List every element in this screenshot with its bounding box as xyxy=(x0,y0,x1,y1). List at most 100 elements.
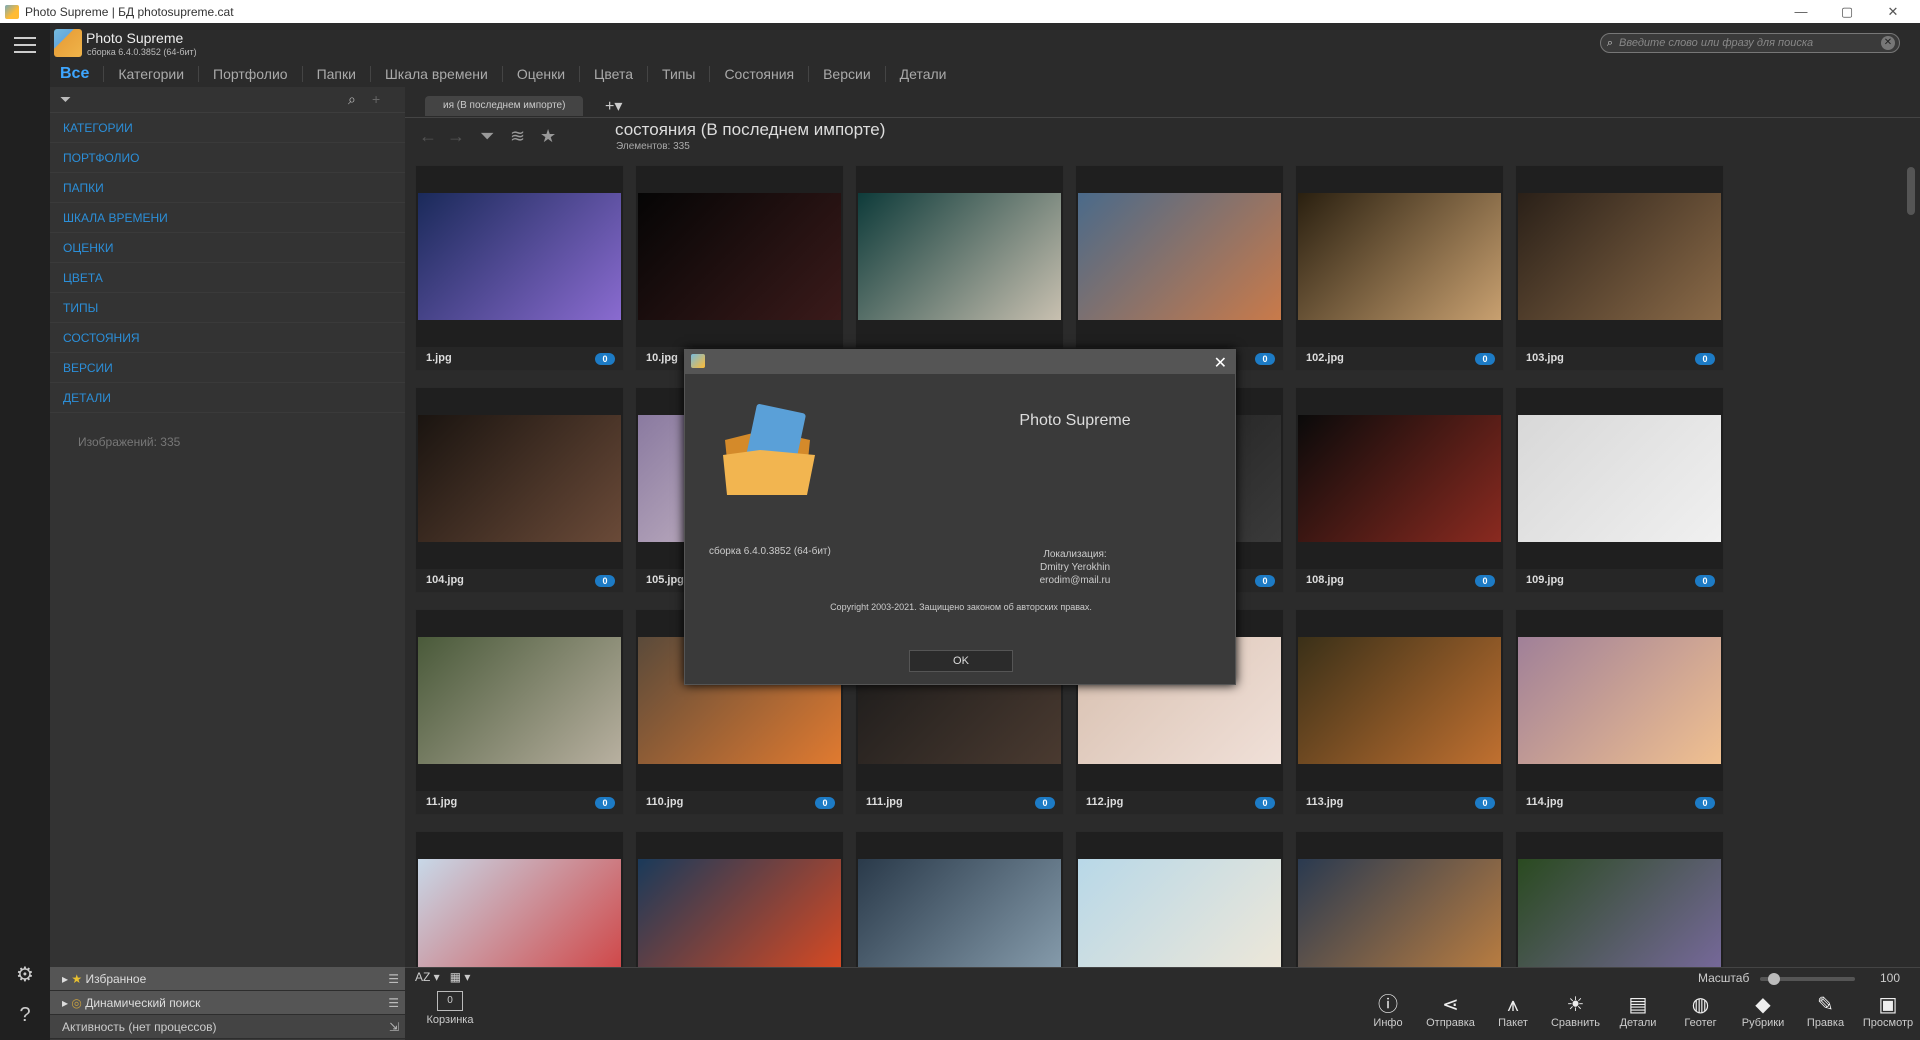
sort-button[interactable]: AZ ▾ ▦ ▾ xyxy=(415,970,470,984)
thumbnail-image[interactable] xyxy=(1518,415,1721,542)
filter-icon[interactable]: ⏷ xyxy=(480,126,494,147)
thumbnail-image[interactable] xyxy=(418,637,621,764)
sidebar-item-details[interactable]: Детали xyxy=(50,383,405,413)
thumbnail-image[interactable] xyxy=(1518,193,1721,320)
thumbnail-image[interactable] xyxy=(858,859,1061,968)
back-arrow-icon[interactable]: ← xyxy=(419,126,437,147)
tab-states[interactable]: Состояния xyxy=(710,66,810,82)
clear-search-icon[interactable]: ✕ xyxy=(1881,36,1895,50)
tab-folders[interactable]: Папки xyxy=(303,66,371,82)
sidebar-item-states[interactable]: Состояния xyxy=(50,323,405,353)
add-icon[interactable]: + xyxy=(372,91,380,107)
toolbar-button-5[interactable]: ◍ Геотег xyxy=(1673,993,1729,1029)
menu-icon[interactable]: ☰ xyxy=(388,991,399,1015)
thumbnail-card[interactable]: 113.jpg 0 xyxy=(1295,609,1504,815)
tab-ratings[interactable]: Оценки xyxy=(503,66,581,82)
tab-timeline[interactable]: Шкала времени xyxy=(371,66,503,82)
thumbnail-image[interactable] xyxy=(638,193,841,320)
toolbar-button-0[interactable]: ⓘ Инфо xyxy=(1360,993,1416,1029)
thumbnail-image[interactable] xyxy=(1298,415,1501,542)
expand-icon[interactable]: ⇲ xyxy=(389,1015,399,1039)
thumbnail-card[interactable]: 12.jpg0 xyxy=(1515,831,1724,968)
tab-details[interactable]: Детали xyxy=(886,66,961,82)
minimize-button[interactable]: — xyxy=(1778,0,1824,23)
document-tab[interactable]: ия (В последнем импорте) xyxy=(425,96,584,116)
thumbnail-card[interactable]: 116.jpg0 xyxy=(635,831,844,968)
menu-icon[interactable]: ☰ xyxy=(388,967,399,991)
thumbnail-image[interactable] xyxy=(858,193,1061,320)
search-placeholder[interactable]: Введите слово или фразу для поиска xyxy=(1619,37,1813,49)
search-icon[interactable]: ⌕ xyxy=(348,91,356,108)
thumbnail-card[interactable]: 1.jpg 0 xyxy=(415,165,624,371)
tab-versions[interactable]: Версии xyxy=(809,66,886,82)
thumbnail-card[interactable]: 104.jpg 0 xyxy=(415,387,624,593)
thumbnail-image[interactable] xyxy=(1078,859,1281,968)
thumbnail-image[interactable] xyxy=(1298,637,1501,764)
sidebar-item-folders[interactable]: Папки xyxy=(50,173,405,203)
toolbar-button-7[interactable]: ✎ Правка xyxy=(1798,993,1854,1029)
tab-types[interactable]: Типы xyxy=(648,66,711,82)
thumbnail-image[interactable] xyxy=(418,415,621,542)
stack-icon[interactable]: ≋ xyxy=(510,126,525,147)
zoom-slider[interactable] xyxy=(1760,973,1855,985)
thumbnail-card[interactable]: 108.jpg 0 xyxy=(1295,387,1504,593)
thumbnail-image[interactable] xyxy=(1518,637,1721,764)
app-name: Photo Supreme xyxy=(86,30,184,46)
thumbnail-card[interactable]: 101.jpg0 xyxy=(1075,165,1284,371)
toolbar-button-2[interactable]: ⩚ Пакет xyxy=(1485,993,1541,1029)
sidebar-item-versions[interactable]: Версии xyxy=(50,353,405,383)
thumbnail-image[interactable] xyxy=(418,193,621,320)
thumbnail-card[interactable]: 117.jpg0 xyxy=(855,831,1064,968)
hamburger-menu-icon[interactable] xyxy=(14,37,36,55)
scrollbar-thumb[interactable] xyxy=(1907,167,1915,215)
toolbar-button-3[interactable]: ☀ Сравнить xyxy=(1548,993,1604,1029)
tab-all[interactable]: Все xyxy=(50,66,105,82)
basket-button[interactable]: 0 Корзинка xyxy=(415,991,485,1026)
thumbnail-image[interactable] xyxy=(1298,193,1501,320)
thumbnail-card[interactable]: 114.jpg 0 xyxy=(1515,609,1724,815)
close-window-button[interactable]: ✕ xyxy=(1870,0,1916,23)
thumbnail-card[interactable]: 11.jpg 0 xyxy=(415,609,624,815)
star-icon[interactable]: ★ xyxy=(540,126,556,147)
close-icon[interactable]: ✕ xyxy=(1214,353,1227,373)
thumbnail-card[interactable]: 103.jpg 0 xyxy=(1515,165,1724,371)
thumbnail-image[interactable] xyxy=(638,859,841,968)
tab-categories[interactable]: Категории xyxy=(104,66,200,82)
maximize-button[interactable]: ▢ xyxy=(1824,0,1870,23)
thumbnail-card[interactable]: 109.jpg 0 xyxy=(1515,387,1724,593)
thumbnail-card[interactable]: 119.jpg0 xyxy=(1295,831,1504,968)
favorites-row[interactable]: ▸ ★ Избранное ☰ xyxy=(50,967,405,991)
thumbnail-card[interactable]: 118.jpg0 xyxy=(1075,831,1284,968)
sidebar-item-timeline[interactable]: Шкала времени xyxy=(50,203,405,233)
sidebar-item-ratings[interactable]: Оценки xyxy=(50,233,405,263)
forward-arrow-icon[interactable]: → xyxy=(447,126,465,147)
sidebar-item-categories[interactable]: Категории xyxy=(50,113,405,143)
toolbar-button-6[interactable]: ◆ Рубрики xyxy=(1735,993,1791,1029)
filter-icon[interactable]: ⏷ xyxy=(60,91,71,108)
sidebar-item-colors[interactable]: Цвета xyxy=(50,263,405,293)
settings-gear-icon[interactable]: ⚙ xyxy=(13,963,37,987)
activity-row[interactable]: Активность (нет процессов) ⇲ xyxy=(50,1015,405,1039)
thumbnail-card[interactable]: 10.jpg0 xyxy=(635,165,844,371)
toolbar-button-4[interactable]: ▤ Детали xyxy=(1610,993,1666,1029)
tab-portfolio[interactable]: Портфолио xyxy=(199,66,303,82)
toolbar-button-1[interactable]: ⋖ Отправка xyxy=(1423,993,1479,1029)
ok-button[interactable]: OK xyxy=(909,650,1013,672)
toolbar-button-8[interactable]: ▣ Просмотр xyxy=(1860,993,1916,1029)
sidebar-item-types[interactable]: Типы xyxy=(50,293,405,323)
thumbnail-image[interactable] xyxy=(1518,859,1721,968)
thumbnail-image[interactable] xyxy=(1078,193,1281,320)
thumbnail-card[interactable]: 102.jpg 0 xyxy=(1295,165,1504,371)
zoom-slider-knob[interactable] xyxy=(1768,973,1781,985)
thumbnail-image[interactable] xyxy=(1298,859,1501,968)
dynamic-search-row[interactable]: ▸ ◎ Динамический поиск ☰ xyxy=(50,991,405,1015)
help-icon[interactable]: ? xyxy=(13,1003,37,1027)
tab-colors[interactable]: Цвета xyxy=(580,66,649,82)
sidebar-item-portfolio[interactable]: Портфолио xyxy=(50,143,405,173)
thumbnail-card[interactable]: 115.jpg0 xyxy=(415,831,624,968)
vertical-scrollbar[interactable] xyxy=(1906,165,1916,955)
thumbnail-card[interactable]: 100.jpg0 xyxy=(855,165,1064,371)
add-tab-icon[interactable]: +▾ xyxy=(605,96,622,116)
thumbnail-image[interactable] xyxy=(418,859,621,968)
search-box[interactable]: ⌕ Введите слово или фразу для поиска ✕ xyxy=(1600,33,1900,53)
